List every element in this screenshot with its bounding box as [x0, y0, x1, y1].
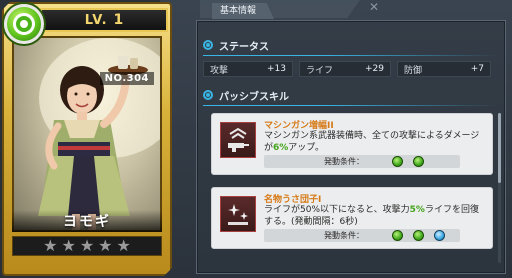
tab-basic-info[interactable]: 基本情報 [212, 3, 274, 19]
status-section-header: ステータス [203, 37, 269, 53]
condition-blue-icon [434, 230, 445, 241]
stat-defense: 防御 +7 [397, 61, 491, 77]
stat-life: ライフ +29 [299, 61, 391, 77]
condition-label: 発動条件： [324, 157, 364, 166]
scrollbar[interactable] [498, 113, 501, 263]
condition-label: 発動条件： [324, 231, 364, 240]
stat-label: 攻撃 [210, 65, 229, 76]
stat-label: 防御 [404, 65, 423, 76]
condition-green-icon [392, 156, 403, 167]
background-close-icon: ✕ [368, 0, 380, 14]
gear-icon [203, 40, 213, 50]
divider [203, 55, 499, 56]
character-illustration [14, 38, 162, 232]
status-title: ステータス [219, 41, 269, 53]
rarity-stars: ★ ★ ★ ★ ★ [12, 236, 162, 256]
condition-green-icon [413, 230, 424, 241]
stats-row: 攻撃 +13 ライフ +29 防御 +7 [203, 61, 499, 77]
element-emblem-icon [4, 4, 44, 44]
divider [203, 105, 499, 106]
character-portrait: NO.304 [12, 36, 162, 232]
stat-value: +7 [470, 64, 484, 74]
condition-green-icon [413, 156, 424, 167]
machine-gun-skill-icon [220, 122, 256, 158]
name-plate: ヨモギ [12, 210, 162, 232]
star-icon: ★ [116, 236, 131, 255]
level-value: 1 [113, 12, 124, 28]
skill-description: ライフが50%以下になると、攻撃力5%ライフを回復する。(発動間隔：6秒) [264, 205, 479, 227]
skill-card[interactable]: 名物うさ団子I ライフが50%以下になると、攻撃力5%ライフを回復する。(発動間… [211, 187, 493, 249]
stat-label: ライフ [306, 65, 334, 76]
activation-condition: 発動条件： [264, 229, 460, 242]
passive-title: パッシブスキル [219, 91, 289, 103]
stat-value: +29 [365, 64, 384, 74]
character-name: ヨモギ [63, 214, 111, 230]
passive-section-header: パッシブスキル [203, 87, 289, 103]
skill-description: マシンガン系武器装備時、全ての攻撃によるダメージが6%アップ。 [264, 131, 480, 153]
star-icon: ★ [79, 236, 95, 255]
dango-skill-icon [220, 196, 256, 232]
skill-card[interactable]: マシンガン増幅II マシンガン系武器装備時、全ての攻撃によるダメージが6%アップ… [211, 113, 493, 175]
scrollbar-thumb[interactable] [498, 113, 501, 183]
card-number: NO.304 [100, 72, 154, 85]
info-panel: ステータス 攻撃 +13 ライフ +29 防御 +7 パッシブスキル マシンガン… [196, 20, 506, 274]
condition-green-icon [392, 230, 403, 241]
activation-condition: 発動条件： [264, 155, 460, 168]
gear-icon [203, 90, 213, 100]
level-prefix: LV. [84, 12, 108, 28]
star-icon: ★ [43, 236, 58, 255]
star-icon: ★ [98, 236, 113, 255]
level-bar: LV. 1 [40, 8, 168, 32]
star-icon: ★ [61, 236, 76, 255]
stat-value: +13 [267, 64, 286, 74]
stat-attack: 攻撃 +13 [203, 61, 293, 77]
